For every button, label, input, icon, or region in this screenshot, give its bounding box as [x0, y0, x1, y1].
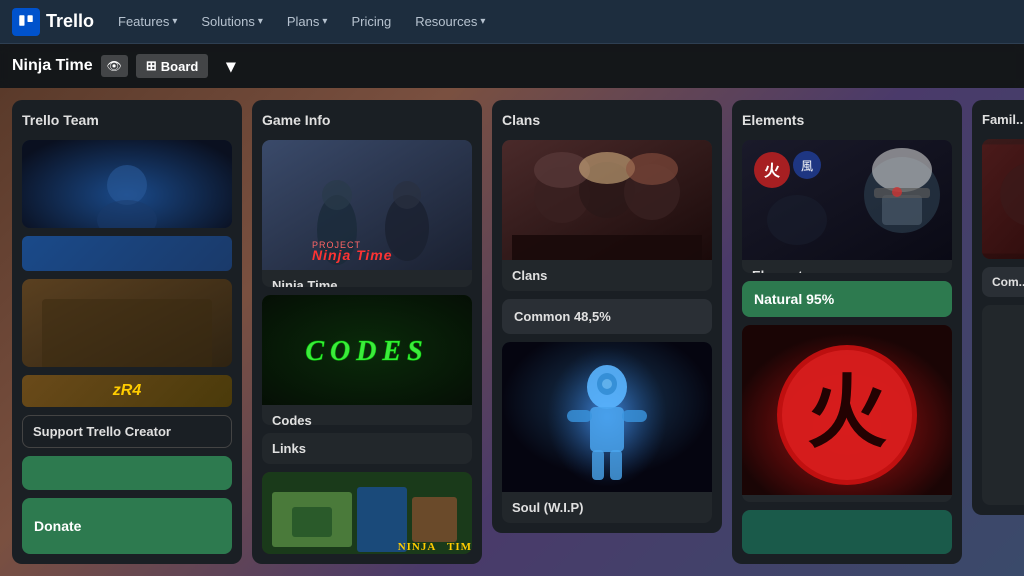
clans-svg: [502, 140, 712, 260]
soul-svg: [502, 342, 712, 492]
links-map-image: NINJA TIME: [262, 472, 472, 554]
natural-label: Natural 95%: [754, 291, 834, 307]
zr4-banner-text: zR4: [113, 382, 141, 400]
elements-svg: 火 風: [742, 140, 952, 260]
card-trello-team-image: [22, 140, 232, 228]
clans-card-body: Clans: [502, 260, 712, 291]
card-links[interactable]: Links: [262, 433, 472, 464]
ninja-time-image: Ninja Time PROJECT: [262, 140, 472, 270]
soul-image: [502, 342, 712, 492]
trello-icon: [17, 13, 35, 31]
codes-body: Codes: [262, 405, 472, 424]
svg-text:TIME: TIME: [447, 541, 472, 553]
card-zr4[interactable]: zR4: [22, 279, 232, 367]
common-title: Common 48,5%: [514, 309, 700, 324]
zr4-svg: [22, 279, 232, 367]
nav-pricing[interactable]: Pricing: [343, 10, 399, 33]
chevron-down-icon: ▾: [172, 16, 177, 27]
svg-text:火: 火: [764, 162, 781, 180]
trello-logo-icon: [12, 8, 40, 36]
card-codes[interactable]: CODES CODES Codes: [262, 295, 472, 424]
trello-logo[interactable]: Trello: [12, 8, 94, 36]
column-clans: Clans: [492, 100, 722, 533]
card-green-placeholder[interactable]: [22, 456, 232, 490]
donate-label: Donate: [34, 518, 81, 534]
svg-text:NINJA: NINJA: [398, 541, 437, 553]
soul-partial-text: Soul: [1014, 313, 1024, 381]
ninja-time-svg: Ninja Time PROJECT: [262, 140, 472, 270]
map-svg: NINJA TIME: [262, 472, 472, 554]
card-elements-img[interactable]: 火 風 Elements: [742, 140, 952, 273]
card-natural[interactable]: Natural 95%: [742, 281, 952, 317]
family-image: [982, 139, 1024, 259]
ninja-time-title: Ninja Time: [272, 278, 462, 287]
card-zr4-banner[interactable]: zR4: [22, 375, 232, 406]
links-title: Links: [272, 441, 462, 456]
column-title-family: Famil...: [982, 110, 1024, 131]
svg-text:風: 風: [801, 159, 813, 173]
svg-text:CODES: CODES: [305, 336, 428, 367]
column-elements: Elements 火 風: [732, 100, 962, 564]
trello-team-svg: [22, 140, 232, 228]
elements-card-body: Elements: [742, 260, 952, 273]
column-trello-team: Trello Team Trello T: [12, 100, 242, 564]
fire-svg: 火 火: [742, 325, 952, 495]
card-common[interactable]: Common 48,5%: [502, 299, 712, 334]
trello-logo-text: Trello: [46, 11, 94, 32]
board-view-icon: ⊞: [146, 58, 157, 74]
nav-plans[interactable]: Plans ▾: [279, 10, 336, 33]
board-visibility-button[interactable]: 👁: [101, 55, 128, 77]
card-blue-rectangle[interactable]: [22, 236, 232, 270]
card-family-img[interactable]: [982, 139, 1024, 259]
nav-resources[interactable]: Resources ▾: [407, 10, 493, 33]
board-header: Ninja Time 👁 ⊞ Board ▾: [0, 44, 1024, 88]
clans-card-title: Clans: [512, 268, 702, 283]
card-links-map[interactable]: NINJA TIME: [262, 472, 472, 554]
board-area: Trello Team Trello T: [0, 88, 1024, 576]
chevron-down-icon: ▾: [480, 16, 485, 27]
ninja-time-body: Ninja Time: [262, 270, 472, 287]
column-title-trello-team: Trello Team: [22, 110, 232, 132]
card-zr4-image: [22, 279, 232, 367]
family-svg: [982, 139, 1024, 259]
chevron-down-icon: ▾: [258, 16, 263, 27]
column-title-clans: Clans: [502, 110, 712, 132]
elements-image: 火 風: [742, 140, 952, 260]
codes-image: CODES CODES: [262, 295, 472, 405]
column-title-elements: Elements: [742, 110, 952, 132]
fire-image: 火 火: [742, 325, 952, 495]
codes-svg: CODES CODES: [262, 295, 472, 405]
codes-title: Codes: [272, 413, 462, 424]
board-chevron-button[interactable]: ▾: [216, 52, 245, 81]
soul-card-title: Soul (W.I.P): [512, 500, 702, 515]
svg-text:火: 火: [807, 370, 887, 458]
card-water-partial[interactable]: [742, 510, 952, 554]
elements-card-title: Elements: [752, 268, 942, 273]
card-clans-img[interactable]: Clans: [502, 140, 712, 291]
card-soul[interactable]: Soul (W.I.P): [502, 342, 712, 523]
board-view-button[interactable]: ⊞ Board: [136, 54, 208, 78]
top-navigation: Trello Features ▾ Solutions ▾ Plans ▾ Pr…: [0, 0, 1024, 44]
card-common-partial[interactable]: Com...: [982, 267, 1024, 297]
common-partial-title: Com...: [992, 275, 1024, 289]
svg-text:PROJECT: PROJECT: [312, 240, 361, 250]
board-title: Ninja Time: [12, 57, 93, 75]
card-support-creator[interactable]: Support Trello Creator: [22, 415, 232, 448]
column-family-partial: Famil... Com...: [972, 100, 1024, 515]
card-trello-team[interactable]: Trello Team: [22, 140, 232, 228]
nav-features[interactable]: Features ▾: [110, 10, 185, 33]
chevron-down-icon: ▾: [322, 16, 327, 27]
clans-image: [502, 140, 712, 260]
soul-card-body: Soul (W.I.P): [502, 492, 712, 523]
card-soul-partial[interactable]: Soul: [982, 305, 1024, 505]
nav-solutions[interactable]: Solutions ▾: [193, 10, 271, 33]
card-donate[interactable]: Donate: [22, 498, 232, 554]
fire-card-body: Fire: [742, 495, 952, 502]
card-ninja-time[interactable]: Ninja Time PROJECT Ninja Time: [262, 140, 472, 287]
column-title-game-info: Game Info: [262, 110, 472, 132]
column-game-info: Game Info: [252, 100, 482, 564]
support-creator-title: Support Trello Creator: [33, 424, 221, 439]
card-fire[interactable]: 火 火 Fire: [742, 325, 952, 502]
